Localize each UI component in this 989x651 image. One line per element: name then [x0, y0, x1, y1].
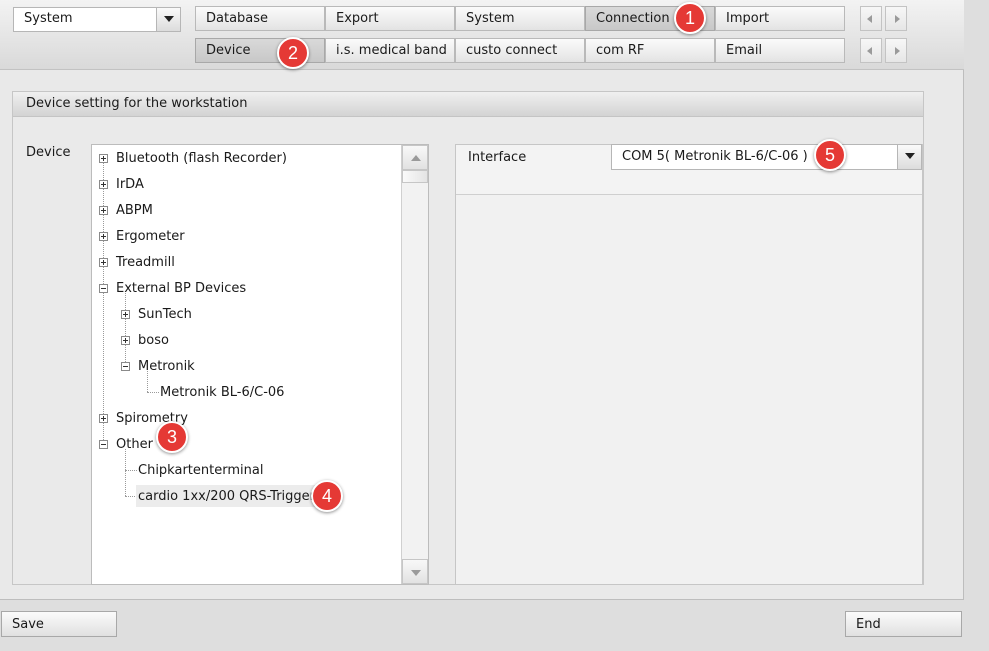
tree-node-label: Ergometer	[116, 229, 185, 244]
tree-node-label: Treadmill	[116, 255, 175, 270]
arrow-right-icon	[895, 47, 900, 55]
tree-node-label: ABPM	[116, 203, 153, 218]
tree-node-suntech[interactable]: SunTech	[92, 303, 400, 325]
tab-system[interactable]: System	[455, 6, 585, 31]
tree-scrollbar[interactable]	[401, 145, 428, 584]
callout-badge: 2	[277, 37, 309, 69]
expand-icon[interactable]	[121, 310, 130, 319]
collapse-icon[interactable]	[99, 284, 108, 293]
tree-node-metronik-bl-6-c-06[interactable]: Metronik BL-6/C-06	[92, 381, 400, 403]
tab-label: Import	[726, 11, 770, 26]
tab-custo-connect[interactable]: custo connect	[455, 38, 585, 63]
tree-node-chipkartenterminal[interactable]: Chipkartenterminal	[92, 459, 400, 481]
tree-node-label: cardio 1xx/200 QRS-Trigger	[138, 489, 316, 504]
expand-icon[interactable]	[99, 154, 108, 163]
tabs-scroll-right-button[interactable]	[885, 6, 907, 31]
arrow-left-icon	[867, 47, 872, 55]
end-button[interactable]: End	[845, 611, 962, 637]
end-label: End	[856, 617, 881, 632]
arrow-down-icon	[411, 570, 421, 576]
subtabs-scroll-right-button[interactable]	[885, 38, 907, 63]
save-label: Save	[12, 617, 44, 632]
tab-label: System	[466, 11, 515, 26]
interface-select[interactable]: COM 5( Metronik BL-6/C-06 )	[611, 144, 922, 170]
device-tree[interactable]: Bluetooth (flash Recorder) IrDA ABPM Erg…	[91, 144, 429, 585]
interface-dropdown-button[interactable]	[897, 145, 921, 169]
tree-node-label: Metronik BL-6/C-06	[160, 385, 285, 400]
save-button[interactable]: Save	[1, 611, 117, 637]
interface-label: Interface	[468, 150, 527, 165]
tab-label: Email	[726, 43, 763, 58]
module-select-value: System	[24, 11, 73, 26]
panel-header: Device setting for the workstation	[13, 92, 923, 117]
chevron-down-icon	[905, 153, 915, 159]
tree-node-other[interactable]: Other	[92, 433, 400, 455]
tree-node-ergometer[interactable]: Ergometer	[92, 225, 400, 247]
device-label: Device	[26, 145, 71, 160]
interface-select-value: COM 5( Metronik BL-6/C-06 )	[622, 149, 808, 164]
tab-is-medical-band[interactable]: i.s. medical band	[325, 38, 455, 63]
tab-label: custo connect	[466, 43, 558, 58]
collapse-icon[interactable]	[121, 362, 130, 371]
scroll-up-button[interactable]	[402, 145, 428, 170]
tab-label: com RF	[596, 43, 645, 58]
callout-badge: 5	[814, 139, 846, 171]
expand-icon[interactable]	[99, 232, 108, 241]
tree-node-abpm[interactable]: ABPM	[92, 199, 400, 221]
expand-icon[interactable]	[121, 336, 130, 345]
expand-icon[interactable]	[99, 414, 108, 423]
arrow-up-icon	[411, 155, 421, 161]
tree-node-label: SunTech	[138, 307, 192, 322]
panel-title: Device setting for the workstation	[26, 96, 248, 111]
tab-email[interactable]: Email	[715, 38, 845, 63]
expand-icon[interactable]	[99, 180, 108, 189]
scroll-thumb[interactable]	[402, 170, 428, 183]
module-select[interactable]: System	[13, 7, 181, 32]
callout-badge: 1	[674, 2, 706, 34]
expand-icon[interactable]	[99, 206, 108, 215]
collapse-icon[interactable]	[99, 440, 108, 449]
chevron-down-icon	[164, 16, 174, 22]
tree-node-label: IrDA	[116, 177, 144, 192]
tab-com-rf[interactable]: com RF	[585, 38, 715, 63]
device-properties-pane	[455, 144, 923, 585]
arrow-right-icon	[895, 15, 900, 23]
tab-database[interactable]: Database	[195, 6, 325, 31]
tree-node-label: External BP Devices	[116, 281, 247, 296]
tree-node-label: Bluetooth (flash Recorder)	[116, 151, 287, 166]
arrow-left-icon	[867, 15, 872, 23]
callout-badge: 4	[311, 480, 343, 512]
tab-label: Connection	[596, 11, 670, 26]
expand-icon[interactable]	[99, 258, 108, 267]
subtabs-scroll-left-button[interactable]	[860, 38, 882, 63]
tree-node-external-bp-devices[interactable]: External BP Devices	[92, 277, 400, 299]
tree-node-irda[interactable]: IrDA	[92, 173, 400, 195]
tree-node-label: Metronik	[138, 359, 195, 374]
tree-node-label: Chipkartenterminal	[138, 463, 264, 478]
tab-label: Export	[336, 11, 379, 26]
tree-node-bluetooth[interactable]: Bluetooth (flash Recorder)	[92, 147, 400, 169]
scroll-down-button[interactable]	[402, 559, 428, 584]
tree-node-spirometry[interactable]: Spirometry	[92, 407, 400, 429]
tree-node-cardio-qrs-trigger[interactable]: cardio 1xx/200 QRS-Trigger	[136, 485, 316, 507]
callout-badge: 3	[156, 421, 188, 453]
tree-node-label: boso	[138, 333, 169, 348]
module-select-dropdown-button[interactable]	[156, 8, 180, 31]
tab-label: Database	[206, 11, 269, 26]
tab-label: Device	[206, 43, 251, 58]
tab-export[interactable]: Export	[325, 6, 455, 31]
tab-import[interactable]: Import	[715, 6, 845, 31]
tree-node-metronik[interactable]: Metronik	[92, 355, 400, 377]
tab-label: i.s. medical band	[336, 43, 447, 58]
tree-node-boso[interactable]: boso	[92, 329, 400, 351]
tree-node-treadmill[interactable]: Treadmill	[92, 251, 400, 273]
tree-node-label: Other	[116, 437, 153, 452]
tabs-scroll-left-button[interactable]	[860, 6, 882, 31]
